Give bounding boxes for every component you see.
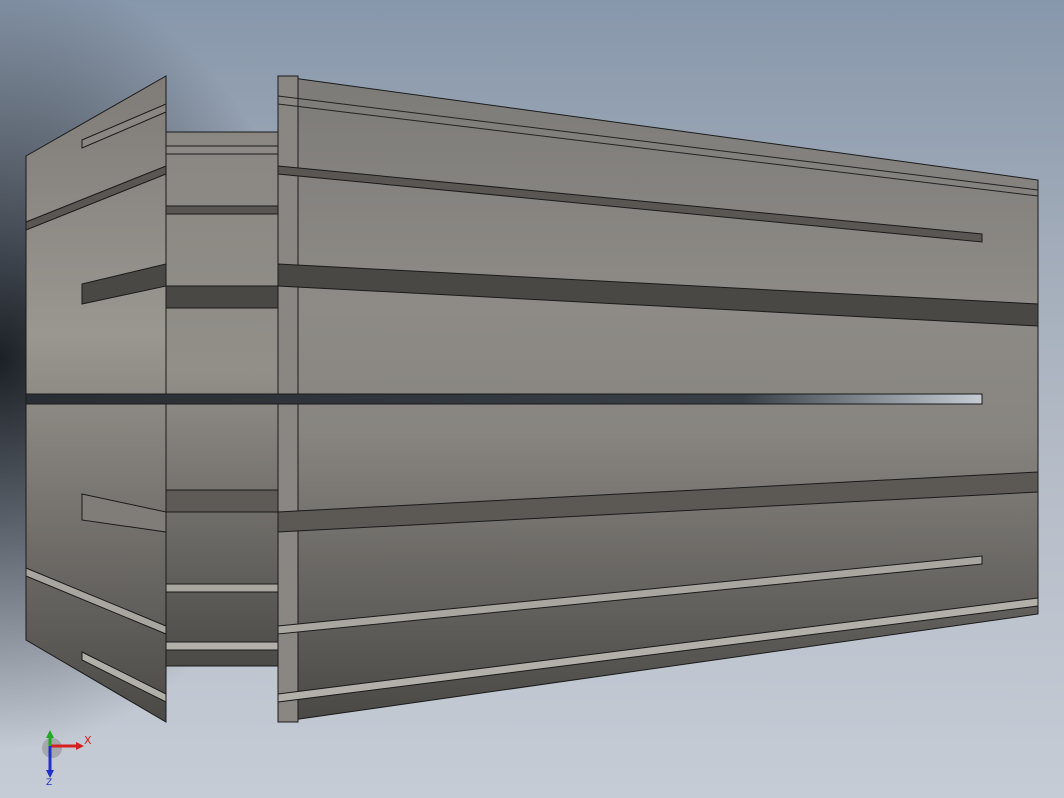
slot-center (25, 393, 983, 405)
coordinate-triad: X Z (40, 730, 100, 790)
triad-z-label: Z (46, 778, 53, 788)
triad-x-label: X (84, 734, 92, 747)
collet-model[interactable] (0, 0, 1064, 798)
graphics-viewport[interactable]: X Z (0, 0, 1064, 798)
